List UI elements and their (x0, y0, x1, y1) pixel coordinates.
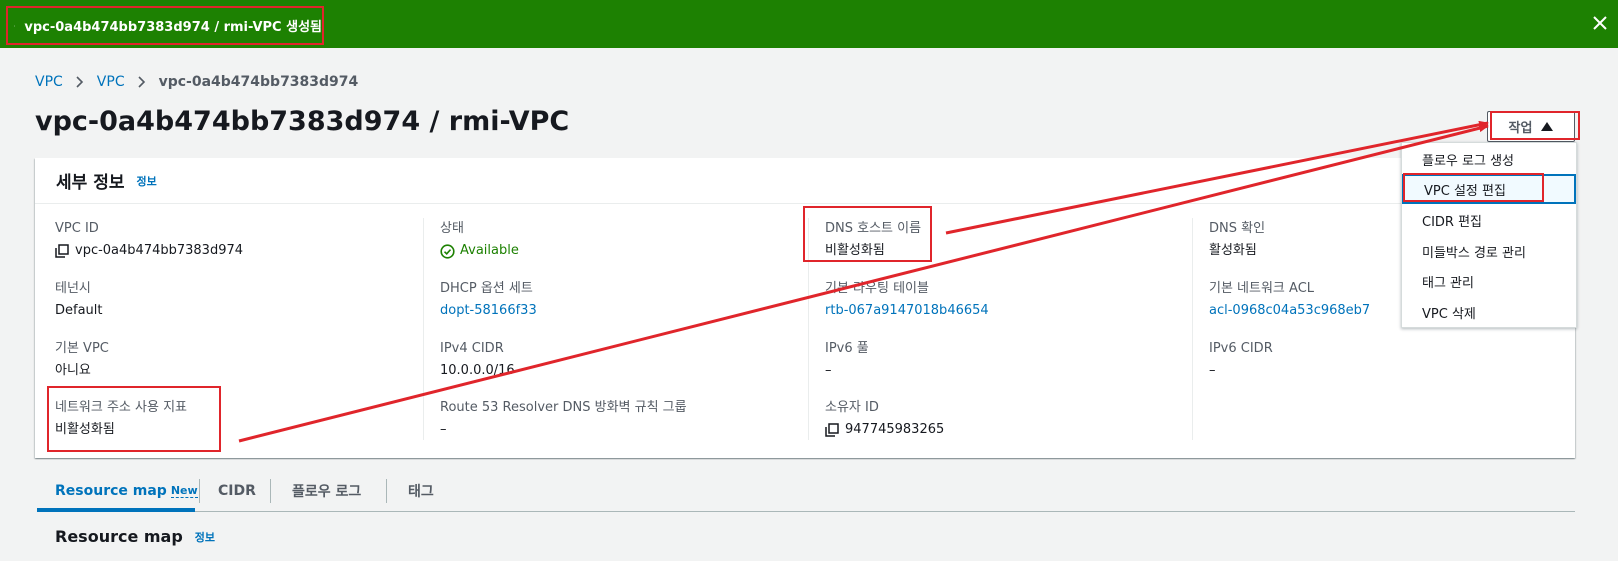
menu-item-manage-middlebox-routes[interactable]: 미들박스 경로 관리 (1402, 236, 1576, 266)
menu-item-create-flow-log[interactable]: 플로우 로그 생성 (1402, 144, 1576, 174)
flash-message: vpc-0a4b474bb7383d974 / rmi-VPC 생성됨 (6, 6, 324, 45)
owner-id-value: 947745983265 (825, 421, 944, 439)
success-check-icon (14, 24, 16, 27)
tab-flow-logs[interactable]: 플로우 로그 (292, 470, 361, 512)
dns-hostnames-value: 비활성화됨 (825, 243, 885, 258)
state-label: 상태 (440, 221, 464, 236)
network-metrics-value: 비활성화됨 (55, 422, 115, 437)
ipv6-cidr-value: – (1209, 363, 1216, 378)
details-header: 세부 정보 정보 (35, 158, 1575, 204)
actions-button[interactable]: 작업 (1487, 111, 1575, 142)
actions-button-label: 작업 (1508, 121, 1533, 136)
field-main-network-acl: 기본 네트워크 ACL acl-0968c04a53c968eb7 (1209, 280, 1370, 320)
field-tenancy: 테넌시 Default (55, 280, 103, 320)
field-vpc-id: VPC ID vpc-0a4b474bb7383d974 (55, 220, 243, 260)
dns-hostnames-label: DNS 호스트 이름 (825, 221, 922, 236)
network-metrics-label: 네트워크 주소 사용 지표 (55, 400, 187, 415)
page-title: vpc-0a4b474bb7383d974 / rmi-VPC (35, 106, 570, 137)
field-ipv6-pool: IPv6 풀 – (825, 340, 869, 380)
tab-bar: Resource map New CIDR 플로우 로그 태그 (37, 470, 1575, 512)
main-route-table-label: 기본 라우팅 테이블 (825, 281, 929, 296)
chevron-right-icon (76, 76, 83, 88)
menu-item-edit-cidr[interactable]: CIDR 편집 (1402, 205, 1576, 235)
breadcrumb-vpc-root[interactable]: VPC (35, 74, 63, 90)
field-dhcp-options: DHCP 옵션 세트 dopt-58166f33 (440, 280, 537, 320)
copy-icon[interactable] (55, 244, 69, 258)
ipv4-cidr-label: IPv4 CIDR (440, 341, 504, 356)
ipv6-pool-label: IPv6 풀 (825, 341, 869, 356)
column-divider (423, 218, 424, 440)
default-vpc-label: 기본 VPC (55, 341, 109, 356)
actions-dropdown-menu: 플로우 로그 생성 VPC 설정 편집 CIDR 편집 미들박스 경로 관리 태… (1401, 142, 1577, 328)
resource-map-info-link[interactable]: 정보 (195, 529, 215, 545)
dhcp-link[interactable]: dopt-58166f33 (440, 302, 537, 320)
tab-cidr[interactable]: CIDR (218, 470, 256, 512)
check-circle-icon (440, 243, 455, 259)
main-route-table-link[interactable]: rtb-067a9147018b46654 (825, 302, 989, 320)
dhcp-label: DHCP 옵션 세트 (440, 281, 533, 296)
field-ipv6-cidr: IPv6 CIDR – (1209, 340, 1273, 380)
column-divider (1192, 218, 1193, 440)
field-owner-id: 소유자 ID 947745983265 (825, 399, 944, 439)
tab-separator (270, 479, 271, 503)
menu-item-edit-vpc-settings[interactable]: VPC 설정 편집 (1402, 174, 1576, 204)
route53-label: Route 53 Resolver DNS 방화벽 규칙 그룹 (440, 400, 687, 415)
details-panel: 세부 정보 정보 VPC ID vpc-0a4b474bb7383d974 테넌… (35, 158, 1575, 458)
field-network-address-metrics: 네트워크 주소 사용 지표 비활성화됨 (55, 399, 187, 439)
field-main-route-table: 기본 라우팅 테이블 rtb-067a9147018b46654 (825, 280, 989, 320)
field-default-vpc: 기본 VPC 아니요 (55, 340, 109, 380)
active-tab-indicator (37, 508, 195, 512)
column-divider (808, 218, 809, 440)
breadcrumb-current: vpc-0a4b474bb7383d974 (158, 74, 359, 90)
info-link[interactable]: 정보 (136, 173, 156, 189)
field-state: 상태 Available (440, 220, 519, 260)
details-title: 세부 정보 (56, 173, 125, 193)
default-vpc-value: 아니요 (55, 363, 91, 378)
main-acl-link[interactable]: acl-0968c04a53c968eb7 (1209, 302, 1370, 320)
route53-value: – (440, 422, 447, 437)
tab-separator (199, 479, 200, 503)
new-badge: New (170, 484, 198, 498)
copy-icon[interactable] (825, 423, 839, 437)
close-icon[interactable] (1590, 13, 1610, 33)
caret-up-icon (1541, 122, 1554, 131)
field-dns-resolution: DNS 확인 활성화됨 (1209, 220, 1265, 260)
field-route53-resolver: Route 53 Resolver DNS 방화벽 규칙 그룹 – (440, 399, 687, 439)
tab-resource-map[interactable]: Resource map New (55, 470, 198, 512)
breadcrumb-vpc-list[interactable]: VPC (97, 74, 125, 90)
success-flash-banner: vpc-0a4b474bb7383d974 / rmi-VPC 생성됨 (0, 0, 1618, 48)
menu-item-delete-vpc[interactable]: VPC 삭제 (1402, 297, 1576, 327)
dns-resolution-value: 활성화됨 (1209, 243, 1257, 258)
ipv6-pool-value: – (825, 363, 832, 378)
state-value: Available (440, 242, 519, 260)
menu-item-manage-tags[interactable]: 태그 관리 (1402, 266, 1576, 296)
main-acl-label: 기본 네트워크 ACL (1209, 281, 1315, 296)
ipv4-cidr-value: 10.0.0.0/16 (440, 363, 515, 378)
chevron-right-icon (138, 76, 145, 88)
flash-message-text: vpc-0a4b474bb7383d974 / rmi-VPC 생성됨 (24, 20, 322, 35)
vpc-id-value: vpc-0a4b474bb7383d974 (55, 242, 243, 260)
tenancy-value: Default (55, 303, 103, 318)
field-dns-hostnames: DNS 호스트 이름 비활성화됨 (825, 220, 921, 260)
dns-resolution-label: DNS 확인 (1209, 221, 1266, 236)
tab-tags[interactable]: 태그 (408, 470, 434, 512)
vpc-id-label: VPC ID (55, 221, 99, 236)
resource-map-title: Resource map 정보 (55, 527, 216, 546)
field-ipv4-cidr: IPv4 CIDR 10.0.0.0/16 (440, 340, 515, 380)
ipv6-cidr-label: IPv6 CIDR (1209, 341, 1273, 356)
tenancy-label: 테넌시 (55, 281, 91, 296)
tab-separator (386, 479, 387, 503)
owner-id-label: 소유자 ID (825, 400, 879, 415)
breadcrumb: VPC VPC vpc-0a4b474bb7383d974 (35, 74, 358, 90)
